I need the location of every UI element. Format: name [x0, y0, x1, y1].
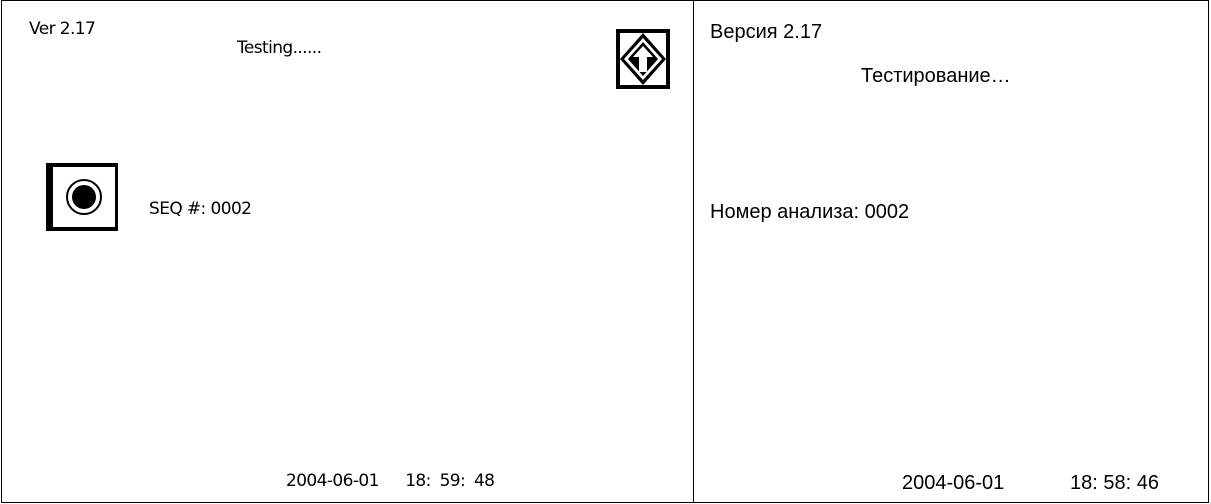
sequence-number: SEQ #: 0002: [149, 199, 252, 219]
translation-panel: Версия 2.17 Тестирование… Номер анализа:…: [694, 1, 1208, 502]
translated-time: 18: 58: 46: [1070, 472, 1159, 494]
sequence-label: SEQ #:: [149, 199, 206, 219]
device-time: 18: 59: 48: [405, 471, 495, 491]
translated-date: 2004-06-01: [902, 472, 1005, 494]
device-date: 2004-06-01: [286, 471, 379, 491]
translated-status: Тестирование…: [861, 65, 1011, 87]
arrow-up-diamond-icon[interactable]: [615, 28, 671, 90]
translated-sequence: Номер анализа: 0002: [710, 201, 910, 223]
comparison-table: Ver 2.17 Testing...... SEQ #: 0002 2004-…: [1, 0, 1209, 503]
translated-version: Версия 2.17: [710, 21, 823, 43]
device-datetime: 2004-06-01 18: 59: 48: [286, 471, 495, 491]
version-label: Ver 2.17: [29, 19, 96, 39]
record-circle-icon: [46, 163, 118, 231]
status-text: Testing......: [237, 38, 322, 58]
sequence-value: 0002: [210, 199, 252, 219]
device-screen-panel: Ver 2.17 Testing...... SEQ #: 0002 2004-…: [2, 1, 694, 502]
